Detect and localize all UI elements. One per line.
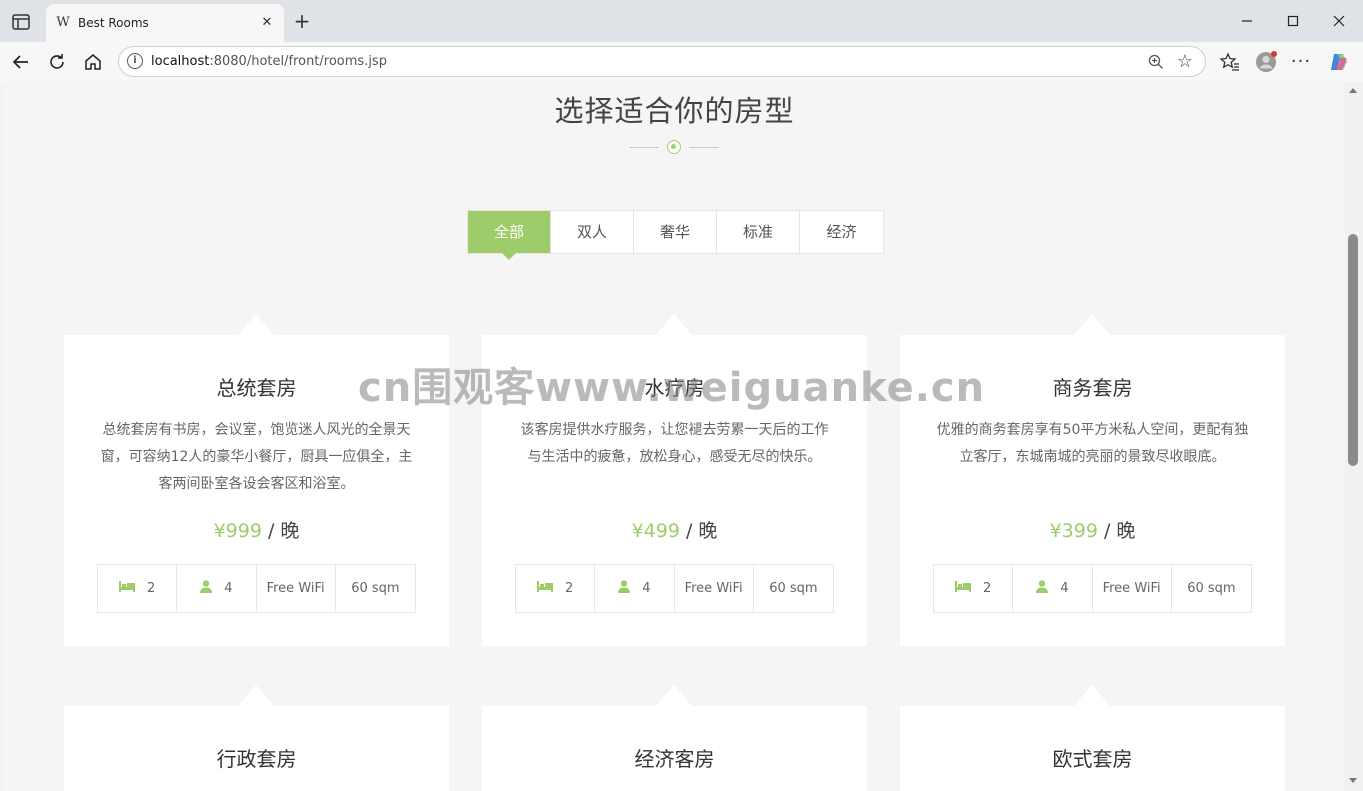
room-description: 优雅的商务套房享有50平方米私人空间，更配有独立客厅，东城南城的亮丽的景致尽收眼… [936, 422, 1249, 465]
room-card[interactable]: 行政套房 [64, 685, 449, 791]
amenity-wifi: Free WiFi [675, 565, 754, 612]
bed-icon [954, 581, 971, 596]
filter-tab-all[interactable]: 全部 [468, 211, 551, 260]
new-tab-icon[interactable]: + [291, 11, 313, 33]
page-scrollbar[interactable] [1345, 82, 1363, 791]
filter-tab-standard[interactable]: 标准 [717, 211, 800, 253]
room-card[interactable]: 经济客房 [482, 685, 867, 791]
amenity-guests: 4 [595, 565, 675, 612]
filter-tab-luxury[interactable]: 奢华 [634, 211, 717, 253]
url-text: localhost:8080/hotel/front/rooms.jsp [151, 54, 387, 69]
amenity-area: 60 sqm [769, 581, 818, 596]
tab-title: Best Rooms [78, 16, 149, 30]
amenity-beds: 2 [516, 565, 596, 612]
user-icon [1036, 580, 1049, 597]
user-icon [618, 580, 631, 597]
filter-tab-economy[interactable]: 经济 [800, 211, 883, 253]
page-viewport: 选择适合你的房型 全部 双人 奢华 标准 经济 总统套房 总统套房有书房，会议室… [4, 82, 1345, 791]
minimize-icon[interactable] [1235, 10, 1259, 32]
room-name[interactable]: 经济客房 [482, 743, 867, 772]
amenity-guests: 4 [177, 565, 257, 612]
amenity-area: 60 sqm [351, 581, 400, 596]
divider-dot-icon [667, 140, 681, 154]
watermark-text: cn围观客www.weiguanke.cn [358, 365, 986, 411]
maximize-icon[interactable] [1281, 10, 1305, 32]
scroll-up-icon[interactable] [1349, 88, 1357, 93]
amenity-wifi: Free WiFi [1093, 565, 1172, 612]
page-title: 选择适合你的房型 [554, 94, 795, 128]
bed-icon [536, 581, 553, 596]
window-close-icon[interactable] [1327, 10, 1351, 32]
scroll-thumb[interactable] [1348, 234, 1358, 466]
copilot-icon[interactable] [1328, 51, 1350, 73]
profile-avatar-icon[interactable] [1255, 51, 1277, 73]
room-name[interactable]: 行政套房 [64, 743, 449, 772]
room-description: 该客房提供水疗服务，让您褪去劳累一天后的工作与生活中的疲惫，放松身心，感受无尽的… [520, 422, 829, 465]
amenity-area: 60 sqm [1187, 581, 1236, 596]
amenity-guests: 4 [1013, 565, 1093, 612]
browser-toolbar: i localhost:8080/hotel/front/rooms.jsp ☆… [0, 42, 1363, 82]
amenity-wifi: Free WiFi [257, 565, 336, 612]
room-amenities: 2 4 Free WiFi 60 sqm [515, 564, 834, 613]
back-icon[interactable] [9, 50, 33, 74]
title-divider [629, 140, 719, 154]
room-name[interactable]: 欧式套房 [900, 743, 1285, 772]
tab-actions-icon[interactable] [10, 11, 32, 33]
room-amenities: 2 4 Free WiFi 60 sqm [97, 564, 416, 613]
home-icon[interactable] [81, 50, 105, 74]
bed-icon [118, 581, 135, 596]
user-icon [200, 580, 213, 597]
filter-tab-double[interactable]: 双人 [551, 211, 634, 253]
address-bar[interactable]: i localhost:8080/hotel/front/rooms.jsp ☆ [118, 46, 1206, 77]
close-tab-icon[interactable]: ✕ [258, 14, 276, 32]
site-info-icon[interactable]: i [127, 53, 143, 69]
reload-icon[interactable] [45, 50, 69, 74]
amenity-beds: 2 [98, 565, 178, 612]
favicon-icon: W [56, 15, 70, 30]
zoom-icon[interactable] [1147, 53, 1165, 71]
room-description: 总统套房有书房，会议室，饱览迷人风光的全景天窗，可容纳12人的豪华小餐厅，厨具一… [100, 422, 413, 492]
browser-tabbar: W Best Rooms ✕ + [0, 0, 1363, 42]
room-card[interactable]: 欧式套房 [900, 685, 1285, 791]
more-menu-icon[interactable]: ··· [1290, 51, 1312, 73]
favorite-star-icon[interactable]: ☆ [1175, 52, 1195, 72]
room-price: ¥999 / 晚 [213, 520, 300, 542]
amenity-beds: 2 [934, 565, 1014, 612]
scroll-down-icon[interactable] [1349, 778, 1357, 783]
room-amenities: 2 4 Free WiFi 60 sqm [933, 564, 1252, 613]
favorites-icon[interactable] [1219, 51, 1241, 73]
room-price: ¥399 / 晚 [1049, 520, 1136, 542]
room-price: ¥499 / 晚 [631, 520, 718, 542]
browser-tab[interactable]: W Best Rooms ✕ [46, 4, 284, 42]
room-filter-tabs: 全部 双人 奢华 标准 经济 [467, 210, 884, 260]
